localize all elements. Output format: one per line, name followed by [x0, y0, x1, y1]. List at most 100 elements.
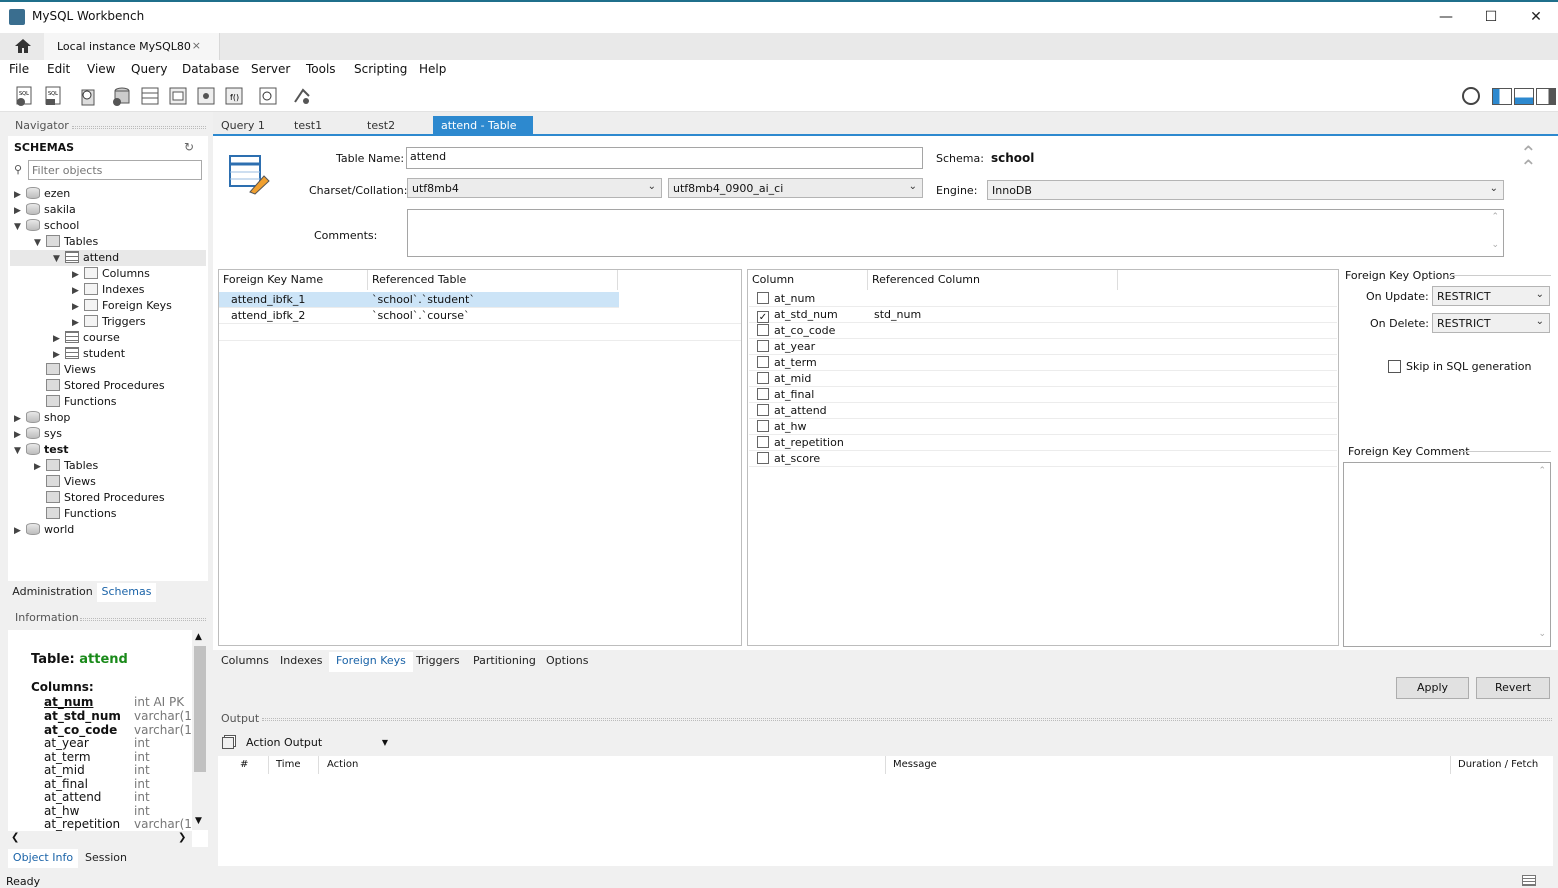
- table-row[interactable]: attend_ibfk_1 `school`.`student`: [219, 292, 619, 308]
- tree-item-course[interactable]: ▶ course: [53, 330, 120, 346]
- scroll-down-icon[interactable]: ▼: [195, 816, 202, 826]
- close-icon[interactable]: ✕: [1514, 4, 1558, 30]
- maximize-icon[interactable]: ☐: [1469, 4, 1513, 30]
- tree-item-student[interactable]: ▶ student: [53, 346, 125, 362]
- navigator-tab-schemas[interactable]: Schemas: [97, 583, 156, 602]
- collapse-arrow-icon[interactable]: ▼: [14, 219, 24, 235]
- tab-attend-table[interactable]: attend - Table ×: [433, 116, 533, 151]
- tree-item-shop[interactable]: ▶ shop: [14, 410, 70, 426]
- expand-arrow-icon[interactable]: ▶: [14, 411, 24, 427]
- tree-item-test-tables[interactable]: ▶ Tables: [34, 458, 98, 474]
- subtab-options[interactable]: Options: [539, 652, 595, 670]
- refresh-schemas-icon[interactable]: ↻: [184, 140, 194, 154]
- tree-item-sys[interactable]: ▶ sys: [14, 426, 62, 442]
- toggle-secondary-sidebar-icon[interactable]: [1536, 88, 1556, 105]
- table-row[interactable]: at_co_code: [749, 323, 1337, 339]
- comments-textarea[interactable]: ⌃ ⌄: [407, 209, 1504, 257]
- expand-arrow-icon[interactable]: ▶: [72, 299, 82, 315]
- column-checkbox[interactable]: [757, 452, 769, 464]
- table-row[interactable]: at_term: [749, 355, 1337, 371]
- tree-item-test[interactable]: ▼ test: [14, 442, 69, 458]
- column-checkbox[interactable]: [757, 372, 769, 384]
- subtab-indexes[interactable]: Indexes: [273, 652, 329, 670]
- column-checkbox[interactable]: [757, 420, 769, 432]
- tree-item-attend[interactable]: ▼ attend: [53, 250, 119, 266]
- table-name-input[interactable]: attend: [406, 147, 923, 169]
- on-delete-select[interactable]: RESTRICT ⌄: [1432, 313, 1550, 333]
- inspector-icon[interactable]: [78, 86, 100, 107]
- tab-query-1[interactable]: Query 1: [213, 116, 273, 135]
- tree-item-school-tables[interactable]: ▼ Tables: [34, 234, 98, 250]
- column-checkbox[interactable]: [757, 324, 769, 336]
- revert-button[interactable]: Revert: [1476, 677, 1550, 699]
- tree-item-indexes[interactable]: ▶ Indexes: [72, 282, 144, 298]
- output-header-number[interactable]: #: [240, 759, 248, 770]
- create-procedure-icon[interactable]: [195, 86, 217, 107]
- table-row[interactable]: at_repetition: [749, 435, 1337, 451]
- menu-scripting[interactable]: Scripting: [354, 62, 407, 76]
- create-table-icon[interactable]: [139, 86, 161, 107]
- collapse-header-icon[interactable]: ⌃ ⌃: [1520, 143, 1537, 177]
- scroll-down-icon[interactable]: ⌄: [1491, 240, 1499, 250]
- column-checkbox[interactable]: [757, 388, 769, 400]
- tree-item-ezen[interactable]: ▶ ezen: [14, 186, 70, 202]
- navigator-tab-administration[interactable]: Administration: [8, 583, 97, 601]
- table-row[interactable]: attend_ibfk_2 `school`.`course`: [219, 308, 741, 324]
- column-checkbox[interactable]: [757, 292, 769, 304]
- tree-item-school-procedures[interactable]: Stored Procedures: [46, 378, 165, 394]
- fk-header-table[interactable]: Referenced Table: [368, 270, 618, 290]
- fk-header-name[interactable]: Foreign Key Name: [219, 270, 368, 290]
- menu-server[interactable]: Server: [251, 62, 290, 76]
- on-update-select[interactable]: RESTRICT ⌄: [1432, 286, 1550, 306]
- expand-arrow-icon[interactable]: ▶: [14, 187, 24, 203]
- settings-gear-icon[interactable]: [1462, 87, 1480, 105]
- scroll-up-icon[interactable]: ▲: [195, 632, 202, 642]
- menu-edit[interactable]: Edit: [47, 62, 70, 76]
- tree-item-test-functions[interactable]: Functions: [46, 506, 117, 522]
- output-header-time[interactable]: Time: [276, 759, 300, 770]
- create-function-icon[interactable]: f(): [223, 86, 245, 107]
- output-header-message[interactable]: Message: [893, 759, 937, 770]
- open-sql-script-icon[interactable]: SQL: [43, 86, 65, 107]
- menu-database[interactable]: Database: [182, 62, 239, 76]
- menu-view[interactable]: View: [87, 62, 115, 76]
- fk-comment-textarea[interactable]: ⌃ ⌄: [1343, 462, 1551, 647]
- connection-tab[interactable]: Local instance MySQL80 ×: [44, 33, 220, 60]
- collapse-arrow-icon[interactable]: ▼: [53, 251, 63, 267]
- subtab-columns[interactable]: Columns: [214, 652, 276, 670]
- output-header-action[interactable]: Action: [327, 759, 358, 770]
- tab-test2[interactable]: test2: [359, 116, 403, 135]
- scroll-thumb[interactable]: [194, 646, 206, 772]
- minimize-icon[interactable]: —: [1424, 4, 1468, 30]
- scroll-up-icon[interactable]: ⌃: [1538, 466, 1546, 476]
- column-checkbox[interactable]: [757, 356, 769, 368]
- expand-arrow-icon[interactable]: ▶: [14, 203, 24, 219]
- subtab-triggers[interactable]: Triggers: [409, 652, 467, 670]
- collapse-arrow-icon[interactable]: ▼: [14, 443, 24, 459]
- output-header-duration[interactable]: Duration / Fetch: [1458, 759, 1538, 770]
- scroll-down-icon[interactable]: ⌄: [1538, 629, 1546, 639]
- table-row[interactable]: at_num: [749, 291, 1337, 307]
- expand-arrow-icon[interactable]: ▶: [14, 523, 24, 539]
- menu-query[interactable]: Query: [131, 62, 167, 76]
- table-row[interactable]: at_score: [749, 451, 1337, 467]
- filter-objects-input[interactable]: [28, 160, 202, 180]
- table-row[interactable]: at_final: [749, 387, 1337, 403]
- table-row[interactable]: at_mid: [749, 371, 1337, 387]
- info-horizontal-scrollbar[interactable]: ❮ ❯: [8, 831, 192, 847]
- info-tab-object-info[interactable]: Object Info: [8, 849, 78, 868]
- col-header-referenced[interactable]: Referenced Column: [868, 270, 1118, 290]
- charset-select[interactable]: utf8mb4 ⌄: [407, 178, 662, 198]
- scroll-left-icon[interactable]: ❮: [11, 832, 19, 843]
- expand-arrow-icon[interactable]: ▶: [72, 267, 82, 283]
- reconnect-icon[interactable]: [291, 86, 313, 107]
- expand-arrow-icon[interactable]: ▶: [72, 315, 82, 331]
- subtab-foreign-keys[interactable]: Foreign Keys: [329, 652, 413, 672]
- close-tab-icon[interactable]: ×: [192, 39, 201, 52]
- tree-item-school[interactable]: ▼ school: [14, 218, 79, 234]
- col-header-column[interactable]: Column: [748, 270, 868, 290]
- home-tab[interactable]: [0, 33, 44, 60]
- scroll-up-icon[interactable]: ⌃: [1491, 212, 1499, 222]
- expand-arrow-icon[interactable]: ▶: [53, 347, 63, 363]
- apply-button[interactable]: Apply: [1396, 677, 1469, 699]
